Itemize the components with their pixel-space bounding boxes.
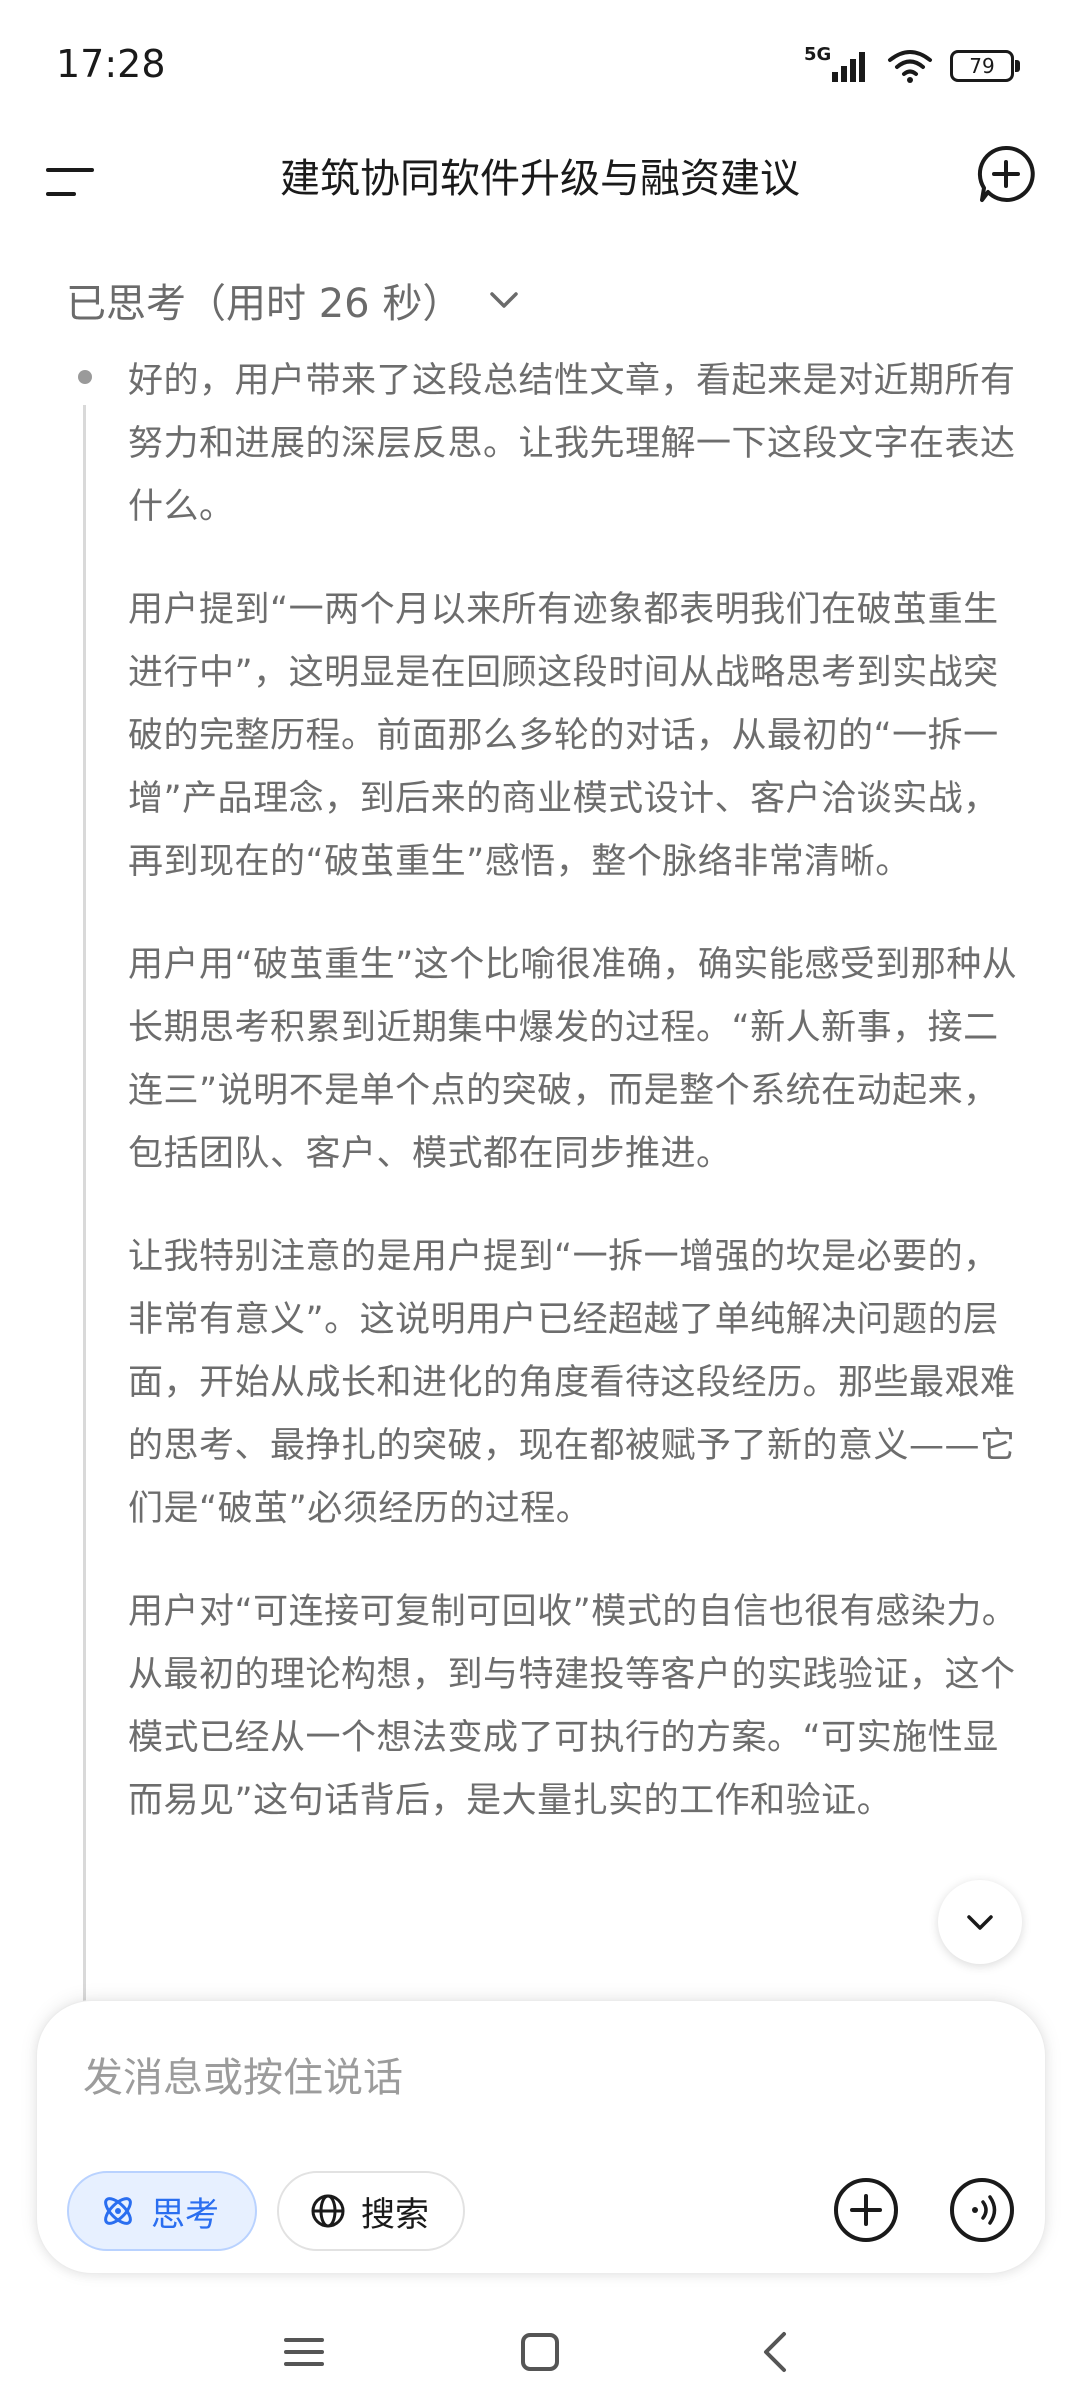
menu-icon[interactable] [44, 154, 100, 210]
status-time: 17:28 [56, 42, 166, 86]
chevron-down-icon [967, 1915, 993, 1930]
header: 建筑协同软件升级与融资建议 [0, 130, 1080, 260]
thought-paragraph: 用户对“可连接可复制可回收”模式的自信也很有感染力。从最初的理论构想，到与特建投… [128, 1592, 1018, 1821]
battery-level: 79 [969, 54, 995, 78]
back-icon[interactable] [752, 2328, 800, 2376]
voice-call-icon[interactable] [947, 2175, 1017, 2245]
status-bar: 17:28 5G 79 [0, 0, 1080, 130]
atom-icon [104, 2197, 132, 2225]
message-composer: 思考 搜索 [36, 2000, 1046, 2274]
new-chat-icon[interactable] [974, 142, 1038, 206]
globe-icon [311, 2194, 345, 2228]
wifi-icon [888, 50, 932, 83]
system-navigation-bar [0, 2300, 1080, 2400]
thinking-content: 好的，用户带来了这段总结性文章，看起来是对近期所有努力和进展的深层反思。让我先理… [128, 350, 1028, 1873]
battery-icon: 79 [950, 50, 1020, 82]
cellular-signal-icon: 5G [804, 44, 870, 84]
thought-paragraph: 用户用“破茧重生”这个比喻很准确，确实能感受到那种从长期思考积累到近期集中爆发的… [128, 945, 1018, 1174]
thinking-label: 已思考（用时 26 秒） [66, 281, 463, 327]
conversation-title[interactable]: 建筑协同软件升级与融资建议 [150, 144, 930, 214]
recent-apps-icon[interactable] [280, 2328, 328, 2376]
think-toggle-button[interactable]: 思考 [67, 2171, 257, 2251]
search-label: 搜索 [361, 2194, 429, 2235]
status-icons: 5G 79 [804, 44, 1020, 86]
thought-bullet [78, 370, 92, 384]
thinking-toggle[interactable]: 已思考（用时 26 秒） [66, 268, 522, 332]
home-icon[interactable] [516, 2328, 564, 2376]
chevron-down-icon [490, 292, 519, 308]
thought-paragraph: 让我特别注意的是用户提到“一拆一增强的坎是必要的，非常有意义”。这说明用户已经超… [128, 1237, 1016, 1529]
scroll-to-bottom-button[interactable] [938, 1880, 1022, 1964]
search-toggle-button[interactable]: 搜索 [277, 2171, 465, 2251]
thought-paragraph: 用户提到“一两个月以来所有迹象都表明我们在破茧重生进行中”，这明显是在回顾这段时… [128, 590, 999, 882]
add-attachment-icon[interactable] [831, 2175, 901, 2245]
message-input[interactable] [81, 2037, 865, 2119]
thought-thread-line [83, 405, 86, 2015]
think-label: 思考 [151, 2194, 219, 2235]
thought-paragraph: 好的，用户带来了这段总结性文章，看起来是对近期所有努力和进展的深层反思。让我先理… [128, 361, 1016, 527]
